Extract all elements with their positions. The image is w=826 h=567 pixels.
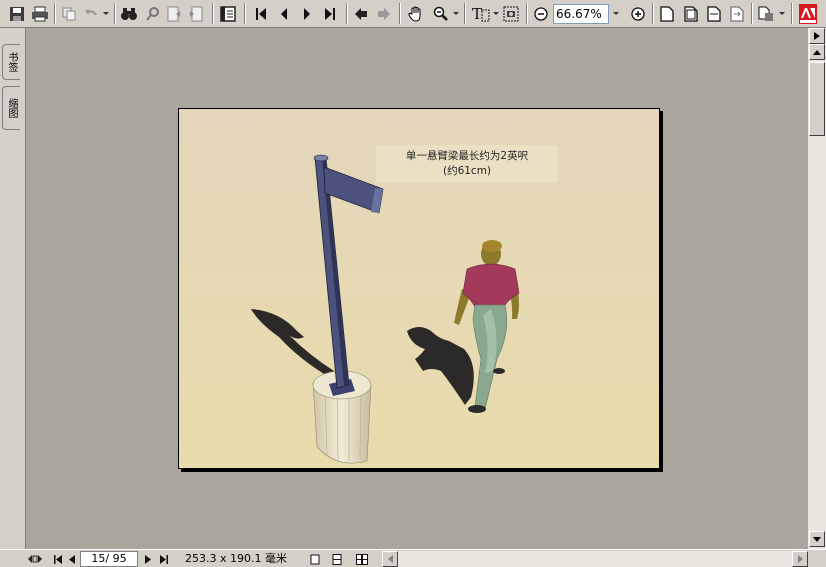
- svg-text:T: T: [472, 6, 482, 22]
- save-icon[interactable]: [6, 3, 28, 25]
- page-size-label: 253.3 x 190.1 毫米: [185, 552, 287, 565]
- status-last-page-icon[interactable]: [157, 552, 171, 566]
- undo-icon[interactable]: [82, 3, 100, 25]
- continuous-layout-icon[interactable]: [330, 552, 344, 566]
- zoom-tool-dropdown-icon[interactable]: [452, 3, 460, 25]
- pane-toggle-icon[interactable]: [26, 552, 44, 566]
- rotate-dropdown-icon[interactable]: [778, 3, 786, 25]
- first-page-icon[interactable]: [250, 3, 272, 25]
- zoom-out-icon[interactable]: [531, 3, 551, 25]
- status-previous-page-icon[interactable]: [66, 552, 78, 566]
- vertical-scrollbar[interactable]: [808, 28, 826, 549]
- caption-box: 单一悬臂梁最长约为2英呎 (约61cm): [376, 145, 558, 183]
- fit-left-icon[interactable]: [164, 3, 184, 25]
- search-icon[interactable]: [142, 3, 164, 25]
- next-page-icon[interactable]: [296, 3, 318, 25]
- tab-thumbnails[interactable]: 缩图: [2, 86, 20, 130]
- zoom-level-input[interactable]: [553, 4, 609, 24]
- select-text-tool-icon[interactable]: T: [469, 3, 493, 25]
- find-icon[interactable]: [118, 3, 140, 25]
- rotate-icon[interactable]: [755, 3, 777, 25]
- print-icon[interactable]: [29, 3, 51, 25]
- undo-dropdown-icon[interactable]: [102, 3, 110, 25]
- go-forward-icon[interactable]: [373, 3, 395, 25]
- side-tab-panel: 书签 缩图: [0, 28, 25, 549]
- reflow-icon[interactable]: [726, 3, 748, 25]
- last-page-icon[interactable]: [319, 3, 341, 25]
- copy-icon[interactable]: [58, 3, 80, 25]
- caption-line-1: 单一悬臂梁最长约为2英呎: [405, 150, 529, 162]
- navigation-pane-icon[interactable]: [217, 3, 239, 25]
- fit-right-icon[interactable]: [186, 3, 206, 25]
- scroll-up-arrow-icon[interactable]: [809, 44, 825, 60]
- tab-bookmarks-label: 书签: [6, 52, 17, 72]
- tab-bookmarks[interactable]: 书签: [2, 44, 20, 80]
- tab-thumbnails-label: 缩图: [6, 98, 17, 118]
- hscroll-right-arrow-icon[interactable]: [792, 551, 808, 567]
- document-page: 单一悬臂梁最长约为2英呎 (约61cm): [178, 108, 660, 469]
- hand-tool-icon[interactable]: [404, 3, 428, 25]
- vertical-scroll-thumb[interactable]: [809, 62, 825, 136]
- actual-size-icon[interactable]: [656, 3, 678, 25]
- status-next-page-icon[interactable]: [142, 552, 154, 566]
- zoom-tool-icon[interactable]: [430, 3, 452, 25]
- status-bar: 15/ 95 253.3 x 190.1 毫米: [0, 549, 826, 567]
- go-back-icon[interactable]: [350, 3, 372, 25]
- zoom-level-dropdown-icon[interactable]: [612, 3, 620, 25]
- scroll-right-arrow-icon[interactable]: [809, 28, 825, 44]
- continuous-facing-layout-icon[interactable]: [354, 552, 370, 566]
- adobe-logo-icon[interactable]: [796, 3, 820, 25]
- status-first-page-icon[interactable]: [51, 552, 65, 566]
- select-tool-dropdown-icon[interactable]: [492, 3, 500, 25]
- scroll-left-arrow-icon[interactable]: [382, 551, 398, 567]
- page-number-field[interactable]: 15/ 95: [80, 551, 138, 567]
- single-page-layout-icon[interactable]: [308, 552, 322, 566]
- document-viewer[interactable]: 单一悬臂梁最长约为2英呎 (约61cm): [25, 28, 808, 549]
- snapshot-icon[interactable]: [500, 3, 522, 25]
- previous-page-icon[interactable]: [273, 3, 295, 25]
- toolbar: T: [0, 0, 826, 28]
- zoom-in-icon[interactable]: [628, 3, 648, 25]
- fit-page-icon[interactable]: [680, 3, 702, 25]
- scrollbar-corner: [808, 550, 826, 567]
- fit-width-icon[interactable]: [703, 3, 725, 25]
- caption-line-2: (约61cm): [442, 165, 492, 177]
- scroll-down-arrow-icon[interactable]: [809, 531, 825, 547]
- horizontal-scrollbar[interactable]: [382, 551, 808, 567]
